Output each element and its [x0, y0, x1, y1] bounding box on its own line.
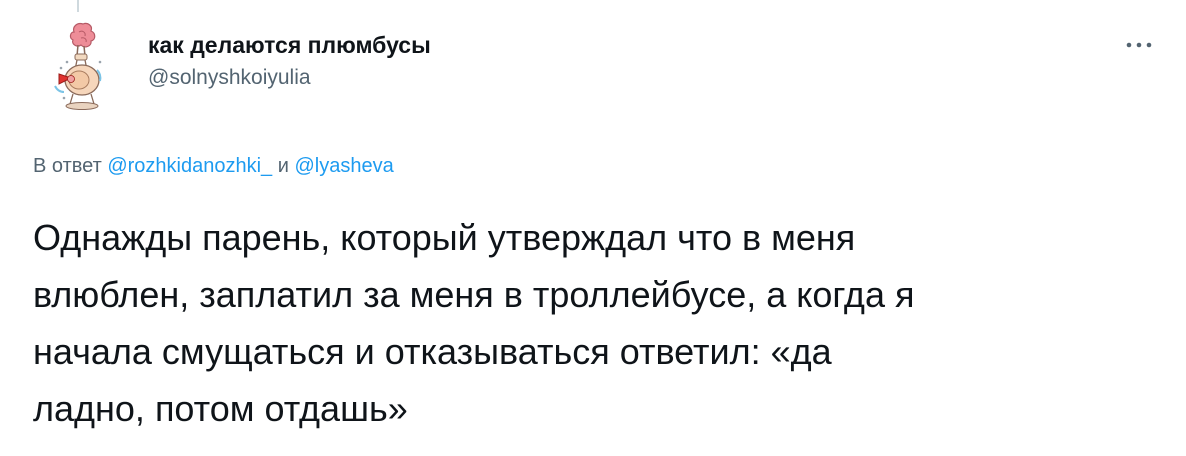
thread-connector-line [77, 0, 79, 12]
author-handle[interactable]: @solnyshkoiyulia [148, 64, 431, 92]
tweet-text: Однажды парень, который утверждал что в … [33, 209, 1158, 437]
tweet-text-line: влюблен, заплатил за меня в троллейбусе,… [33, 274, 915, 315]
reply-mention-link[interactable]: @lyasheva [294, 155, 393, 177]
tweet-text-line: Однажды парень, который утверждал что в … [33, 217, 856, 258]
reply-prefix: В ответ [33, 155, 102, 177]
avatar[interactable] [37, 18, 117, 112]
more-options-button[interactable] [1117, 30, 1161, 60]
tweet-author: как делаются плюмбусы @solnyshkoiyulia [148, 30, 431, 92]
tweet-text-line: начала смущаться и отказываться ответил:… [33, 331, 832, 372]
reply-conjunction: и [277, 155, 289, 177]
more-dots-icon [1126, 42, 1152, 48]
reply-context: В ответ @rozhkidanozhki_ и @lyasheva [33, 152, 394, 180]
tweet-text-line: ладно, потом отдашь» [33, 388, 408, 429]
plumbus-avatar-icon [54, 22, 102, 110]
reply-mention-link[interactable]: @rozhkidanozhki_ [107, 155, 272, 177]
author-display-name[interactable]: как делаются плюмбусы [148, 30, 431, 60]
